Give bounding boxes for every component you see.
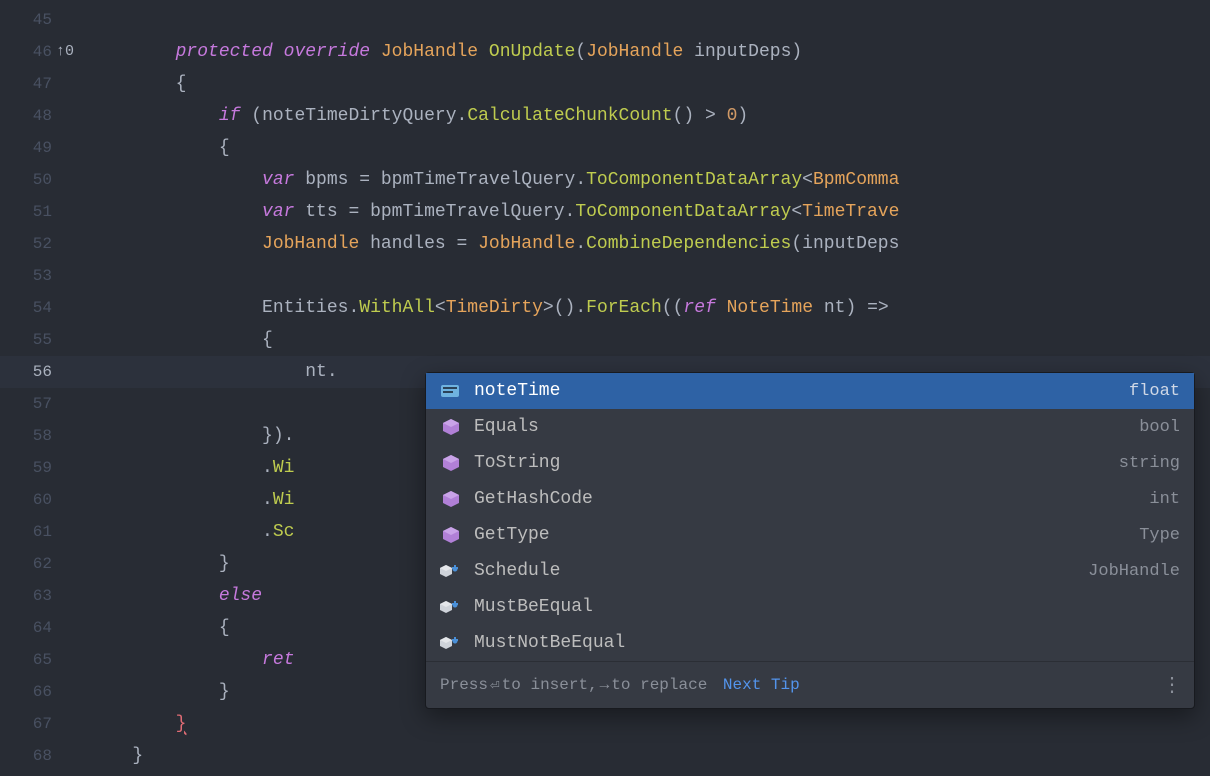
line-number[interactable]: 66 [0,676,100,708]
line-number[interactable]: 64 [0,612,100,644]
line-number[interactable]: 50 [0,164,100,196]
autocomplete-label: MustBeEqual [474,597,1180,617]
autocomplete-label: noteTime [474,381,1129,401]
code-line[interactable]: Entities.WithAll<TimeDirty>().ForEach((r… [100,292,1210,324]
line-number[interactable]: 62 [0,548,100,580]
autocomplete-type: int [1149,490,1180,509]
line-number[interactable]: 53 [0,260,100,292]
line-number[interactable]: 68 [0,740,100,772]
line-number[interactable]: 47 [0,68,100,100]
next-tip-link[interactable]: Next Tip [713,676,799,694]
line-number[interactable]: 49 [0,132,100,164]
line-number[interactable]: 52 [0,228,100,260]
tab-key-icon: → [598,676,612,694]
line-number[interactable]: 56 [0,356,100,388]
method-icon [440,452,462,474]
vcs-marker[interactable]: ↑0 [56,36,74,68]
line-number[interactable]: 58 [0,420,100,452]
ext-icon [440,632,462,654]
autocomplete-label: GetHashCode [474,489,1149,509]
footer-text: to replace [611,676,707,694]
autocomplete-footer: Press ⏎ to insert, → to replace Next Tip… [426,661,1194,708]
code-line[interactable]: { [100,68,1210,100]
autocomplete-label: GetType [474,525,1139,545]
line-number[interactable]: 57 [0,388,100,420]
autocomplete-type: Type [1139,526,1180,545]
line-number[interactable]: 67 [0,708,100,740]
method-icon [440,488,462,510]
code-line[interactable] [100,260,1210,292]
enter-key-icon: ⏎ [488,675,502,695]
line-number[interactable]: 65 [0,644,100,676]
autocomplete-type: string [1119,454,1180,473]
method-icon [440,416,462,438]
more-icon[interactable]: ⋮ [1162,672,1180,698]
code-line[interactable] [100,4,1210,36]
gutter: 4546↑04748495051525354555657585960616263… [0,0,100,776]
autocomplete-type: JobHandle [1088,562,1180,581]
code-line[interactable]: { [100,132,1210,164]
code-line[interactable]: { [100,324,1210,356]
code-line[interactable]: } [100,708,1210,740]
code-line[interactable]: JobHandle handles = JobHandle.CombineDep… [100,228,1210,260]
ext-icon [440,596,462,618]
autocomplete-item[interactable]: noteTime float [426,373,1194,409]
ext-icon [440,560,462,582]
autocomplete-item[interactable]: MustBeEqual [426,589,1194,625]
code-line[interactable]: if (noteTimeDirtyQuery.CalculateChunkCou… [100,100,1210,132]
code-line[interactable]: protected override JobHandle OnUpdate(Jo… [100,36,1210,68]
footer-text: to insert, [502,676,598,694]
code-line[interactable]: var bpms = bpmTimeTravelQuery.ToComponen… [100,164,1210,196]
line-number[interactable]: 54 [0,292,100,324]
line-number[interactable]: 46↑0 [0,36,100,68]
line-number[interactable]: 51 [0,196,100,228]
code-line[interactable]: } [100,740,1210,772]
line-number[interactable]: 48 [0,100,100,132]
autocomplete-label: ToString [474,453,1119,473]
autocomplete-type: bool [1139,418,1180,437]
autocomplete-item[interactable]: GetHashCode int [426,481,1194,517]
autocomplete-popup: noteTime float Equals bool ToString stri… [425,372,1195,709]
line-number[interactable]: 60 [0,484,100,516]
autocomplete-item[interactable]: Schedule JobHandle [426,553,1194,589]
line-number[interactable]: 63 [0,580,100,612]
field-icon [440,380,462,402]
autocomplete-item[interactable]: ToString string [426,445,1194,481]
line-number[interactable]: 55 [0,324,100,356]
autocomplete-label: Equals [474,417,1139,437]
footer-text: Press [440,676,488,694]
line-number[interactable]: 45 [0,4,100,36]
code-line[interactable]: var tts = bpmTimeTravelQuery.ToComponent… [100,196,1210,228]
autocomplete-label: Schedule [474,561,1088,581]
autocomplete-item[interactable]: Equals bool [426,409,1194,445]
autocomplete-type: float [1129,382,1180,401]
autocomplete-item[interactable]: GetType Type [426,517,1194,553]
autocomplete-label: MustNotBeEqual [474,633,1180,653]
line-number[interactable]: 61 [0,516,100,548]
method-icon [440,524,462,546]
line-number[interactable]: 59 [0,452,100,484]
autocomplete-item[interactable]: MustNotBeEqual [426,625,1194,661]
